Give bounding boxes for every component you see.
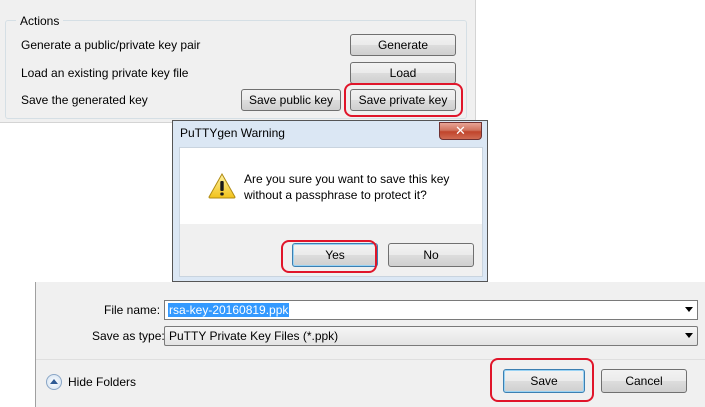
close-icon: ✕: [455, 123, 466, 138]
save-public-key-button[interactable]: Save public key: [241, 89, 341, 111]
load-description: Load an existing private key file: [21, 66, 189, 80]
puttygen-warning-dialog: PuTTYgen Warning ✕ Are you sure you want…: [172, 120, 488, 282]
warning-message-line-1: Are you sure you want to save this key: [244, 172, 450, 186]
warning-titlebar[interactable]: PuTTYgen Warning ✕: [173, 121, 487, 147]
save-file-dialog: File name: rsa-key-20160819.ppk Save as …: [35, 282, 705, 407]
collapse-icon: [46, 374, 62, 390]
warning-message: Are you sure you want to save this key w…: [244, 171, 474, 203]
warning-icon: [208, 173, 236, 199]
yes-button[interactable]: Yes: [292, 243, 378, 267]
save-as-type-select[interactable]: PuTTY Private Key Files (*.ppk): [164, 326, 698, 346]
no-button[interactable]: No: [388, 243, 474, 267]
generate-description: Generate a public/private key pair: [21, 38, 201, 52]
chevron-down-icon[interactable]: [685, 307, 693, 312]
cancel-button[interactable]: Cancel: [601, 369, 687, 393]
save-as-type-value: PuTTY Private Key Files (*.ppk): [169, 329, 339, 343]
save-private-key-button[interactable]: Save private key: [350, 89, 456, 111]
hide-folders-button[interactable]: Hide Folders: [46, 372, 136, 392]
load-button[interactable]: Load: [350, 62, 456, 84]
file-name-value: rsa-key-20160819.ppk: [168, 303, 290, 317]
hide-folders-label: Hide Folders: [68, 375, 137, 389]
actions-panel: Actions Generate a public/private key pa…: [0, 0, 476, 123]
save-button[interactable]: Save: [503, 369, 585, 393]
generate-button[interactable]: Generate: [350, 34, 456, 56]
warning-message-line-2: without a passphrase to protect it?: [244, 188, 427, 202]
warning-title: PuTTYgen Warning: [180, 126, 285, 140]
warning-body: Are you sure you want to save this key w…: [179, 147, 483, 225]
warning-button-bar: Yes No: [179, 224, 483, 277]
chevron-down-icon[interactable]: [685, 333, 693, 338]
close-button[interactable]: ✕: [439, 122, 482, 140]
file-name-input[interactable]: rsa-key-20160819.ppk: [164, 300, 698, 320]
file-name-label: File name:: [104, 303, 161, 317]
save-description: Save the generated key: [21, 93, 148, 107]
save-as-type-label: Save as type:: [92, 329, 165, 343]
actions-group-title: Actions: [16, 14, 64, 28]
divider: [36, 359, 705, 360]
